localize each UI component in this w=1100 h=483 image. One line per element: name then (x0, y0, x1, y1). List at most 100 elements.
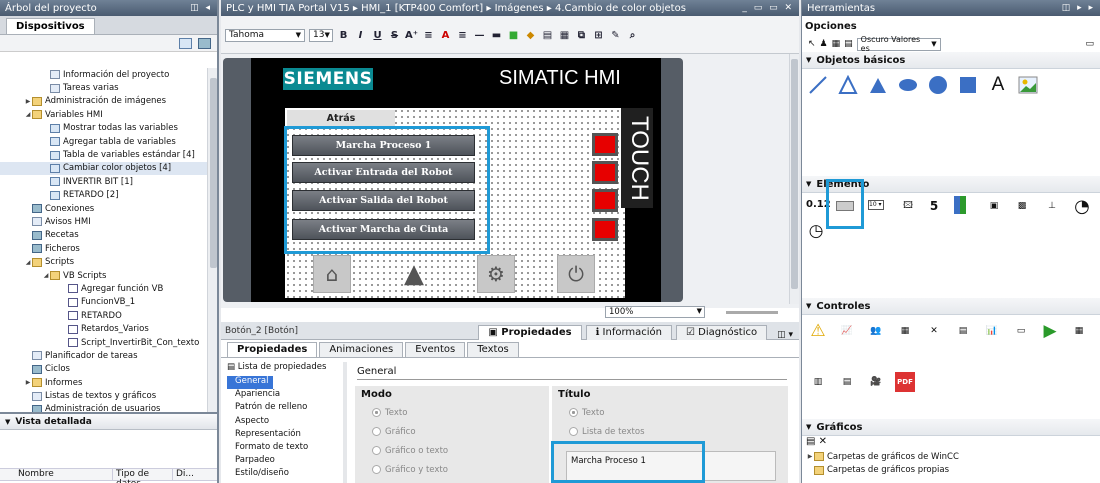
tree-item[interactable]: ▶ Informes (0, 376, 207, 389)
status-force-icon[interactable]: ✕ (924, 321, 944, 341)
property-item[interactable]: Parpadeo (227, 455, 345, 468)
tree-scrollbar[interactable] (207, 68, 217, 412)
pin-icon[interactable]: ▭ (1085, 39, 1100, 49)
home-icon[interactable]: ⌂ (313, 255, 351, 293)
property-item[interactable]: Formato de texto (227, 442, 345, 455)
window-controls-icon[interactable]: _ ▭ ▭ ✕ (742, 3, 794, 13)
tree-item[interactable]: Tareas varias (0, 81, 207, 94)
font-grow-icon[interactable]: A⁺ (405, 30, 418, 41)
tree-item[interactable]: Agregar tabla de variables (0, 135, 207, 148)
distribute-icon[interactable]: ▦ (558, 30, 571, 41)
panel-controls-icon[interactable]: ◫ ◂ (190, 3, 212, 13)
sm-protocol-icon[interactable]: ▦ (1069, 321, 1089, 341)
sysdiag-icon[interactable]: ▤ (953, 321, 973, 341)
button-element-icon[interactable] (836, 201, 854, 211)
status-indicator-2[interactable] (592, 161, 618, 184)
io-field-icon[interactable]: 0.12 (806, 199, 831, 210)
title-text-radio[interactable]: Texto (552, 403, 788, 422)
user-icon[interactable]: ♟ (820, 39, 828, 49)
detail-view-header[interactable]: ▼ Vista detallada (0, 414, 217, 430)
underline-icon[interactable]: U (371, 30, 384, 41)
settings-gear-icon[interactable]: ⚙ (477, 255, 515, 293)
folder-add-icon[interactable]: ▤ (806, 436, 815, 447)
status-indicator-3[interactable] (592, 189, 618, 212)
slider-icon[interactable]: ⊥ (1042, 196, 1062, 216)
mode-graphic-or-text-radio[interactable]: Gráfico o texto (355, 441, 549, 460)
col-name[interactable]: Nombre (0, 469, 112, 480)
tree-item[interactable]: Avisos HMI (0, 215, 207, 228)
screen-canvas[interactable]: SIEMENS SIMATIC HMI Atrás Marcha Proceso… (221, 54, 799, 318)
bar-icon[interactable] (954, 196, 966, 214)
pattern-icon[interactable]: ◆ (524, 30, 537, 41)
tree-item[interactable]: Agregar función VB (0, 282, 207, 295)
tab-events[interactable]: Eventos (405, 342, 466, 357)
mode-graphic-radio[interactable]: Gráfico (355, 422, 549, 441)
zoom-slider[interactable] (726, 311, 778, 314)
power-icon[interactable]: ⏻ (557, 255, 595, 293)
graphic-io-icon[interactable]: 🖾 (898, 196, 918, 216)
add-device-icon[interactable] (198, 37, 211, 49)
hmi-button-conveyor[interactable]: Activar Marcha de Cinta (292, 219, 475, 240)
camera-icon[interactable]: 🎥 (866, 372, 886, 392)
symbolic-io-icon[interactable]: 10 ▾ (868, 200, 884, 210)
tree-item[interactable]: Cambiar color objetos [4] (0, 161, 207, 176)
tree-item[interactable]: ◢ Variables HMI (0, 108, 207, 121)
gfx-folder-wincc[interactable]: ▶ Carpetas de gráficos de WinCC (802, 450, 1100, 463)
mode-graphic-and-text-radio[interactable]: Gráfico y texto (355, 460, 549, 479)
sinumerik-icon[interactable]: ▥ (808, 372, 828, 392)
up-arrow-icon[interactable]: ▲ (395, 255, 433, 293)
tree-item[interactable]: Planificador de tareas (0, 349, 207, 362)
line-color-icon[interactable]: ▬ (490, 30, 503, 41)
tab-info-view[interactable]: ℹ Información (585, 324, 673, 340)
property-item[interactable]: Representación (227, 429, 345, 442)
property-item[interactable]: General (227, 376, 273, 390)
user-view-icon[interactable]: 👥 (866, 321, 886, 341)
expand-arrow-icon[interactable]: ◢ (24, 259, 32, 266)
overview-icon[interactable] (179, 37, 192, 49)
align-icon[interactable]: ▤ (541, 30, 554, 41)
col-di[interactable]: Di... (172, 469, 202, 480)
property-item[interactable]: Estilo/diseño (227, 468, 345, 481)
mode-text-radio[interactable]: Texto (355, 403, 549, 422)
back-button[interactable]: Atrás (287, 110, 395, 126)
text-field-icon[interactable]: A (988, 74, 1008, 95)
ellipse-icon[interactable] (898, 75, 918, 95)
italic-icon[interactable]: I (354, 30, 367, 41)
palette-icon[interactable]: ▤ (844, 39, 853, 49)
strikethrough-icon[interactable]: S (388, 30, 401, 41)
switch-icon[interactable]: ▣ (984, 196, 1004, 216)
inspector-controls-icon[interactable]: ◫ ▾ (771, 330, 799, 340)
controls-header[interactable]: ▼ Controles (802, 298, 1100, 315)
text-color-icon[interactable]: A (439, 30, 452, 41)
tree-item[interactable]: ▶ Administración de imágenes (0, 95, 207, 108)
style-select[interactable]: Oscuro Valores es ▼ (856, 35, 941, 53)
tree-item[interactable]: Ficheros (0, 242, 207, 255)
tab-animations[interactable]: Animaciones (319, 342, 404, 357)
graphic-view-icon[interactable] (1018, 75, 1038, 95)
tree-item[interactable]: Listas de textos y gráficos (0, 389, 207, 402)
tree-item[interactable]: Información del proyecto (0, 68, 207, 81)
layer-icon[interactable]: ⊞ (592, 30, 605, 41)
expand-arrow-icon[interactable]: ▶ (24, 379, 32, 386)
delete-icon[interactable]: ✕ (819, 436, 827, 447)
date-time-icon[interactable]: 5 (924, 196, 944, 216)
expand-arrow-icon[interactable]: ◢ (42, 272, 50, 279)
bold-icon[interactable]: B (337, 30, 350, 41)
tree-item[interactable]: ◢ VB Scripts (0, 269, 207, 282)
pointer-icon[interactable]: ↖ (808, 39, 816, 49)
property-item[interactable]: Apariencia (227, 389, 345, 402)
hmi-button-robot-output[interactable]: Activar Salida del Robot (292, 190, 475, 211)
tree-item[interactable]: RETARDO (0, 309, 207, 322)
rectangle-icon[interactable] (958, 75, 978, 95)
alarm-view-icon[interactable]: ⚠ (808, 321, 828, 341)
tree-item[interactable]: Ciclos (0, 363, 207, 376)
media-player-icon[interactable]: ▶ (1040, 321, 1060, 341)
tab-texts[interactable]: Textos (467, 342, 519, 357)
fx-trend-icon[interactable]: 📊 (982, 321, 1002, 341)
tab-properties-view[interactable]: ▣ Propiedades (478, 324, 582, 340)
tree-item[interactable]: INVERTIR BIT [1] (0, 175, 207, 188)
tree-item[interactable]: Mostrar todas las variables (0, 122, 207, 135)
plc-code-icon[interactable]: ▭ (1011, 321, 1031, 341)
basic-objects-header[interactable]: ▼ Objetos básicos (802, 52, 1100, 69)
property-item[interactable]: Patrón de relleno (227, 402, 345, 415)
